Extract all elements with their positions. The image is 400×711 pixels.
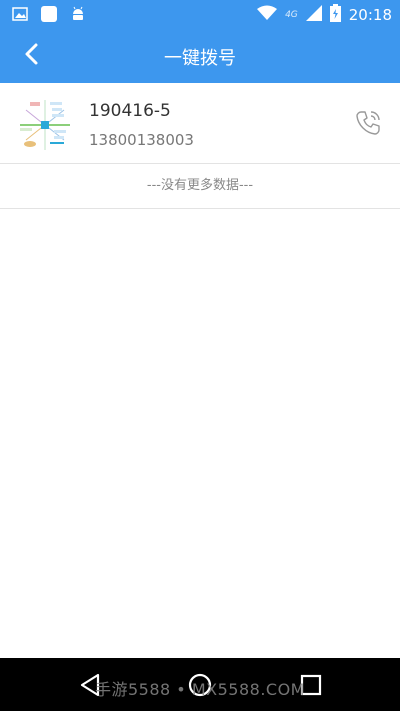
recents-square-icon [298, 674, 324, 702]
contact-thumbnail [16, 96, 74, 154]
navigation-bar: 手游5588 • MX5588.COM [0, 658, 400, 711]
home-circle-icon [187, 673, 213, 702]
nav-recents-button[interactable] [298, 672, 324, 698]
back-triangle-icon [78, 673, 104, 702]
no-more-data-text: ---没有更多数据--- [0, 164, 400, 209]
contact-name: 190416-5 [89, 101, 171, 121]
network-type: 4G [285, 10, 298, 20]
status-right-icons: 4G 20:18 [257, 4, 392, 26]
nav-back-button[interactable] [78, 672, 104, 698]
app-bar: 一键拨号 [0, 28, 400, 83]
battery-icon [329, 4, 341, 26]
android-icon [70, 6, 86, 26]
contact-phone: 13800138003 [89, 131, 194, 149]
app-icon [40, 5, 58, 27]
status-bar: 4G 20:18 [0, 0, 400, 28]
wifi-icon [257, 5, 278, 25]
status-left-icons [12, 5, 86, 27]
signal-icon [305, 5, 322, 25]
list-item[interactable]: 190416-5 13800138003 [0, 83, 400, 164]
image-icon [12, 6, 28, 26]
status-time: 20:18 [348, 6, 392, 24]
page-title: 一键拨号 [164, 48, 236, 69]
call-button[interactable] [352, 107, 384, 139]
contact-list: 190416-5 13800138003 [0, 83, 400, 164]
phone-call-icon [352, 111, 384, 143]
nav-home-button[interactable] [187, 672, 213, 698]
